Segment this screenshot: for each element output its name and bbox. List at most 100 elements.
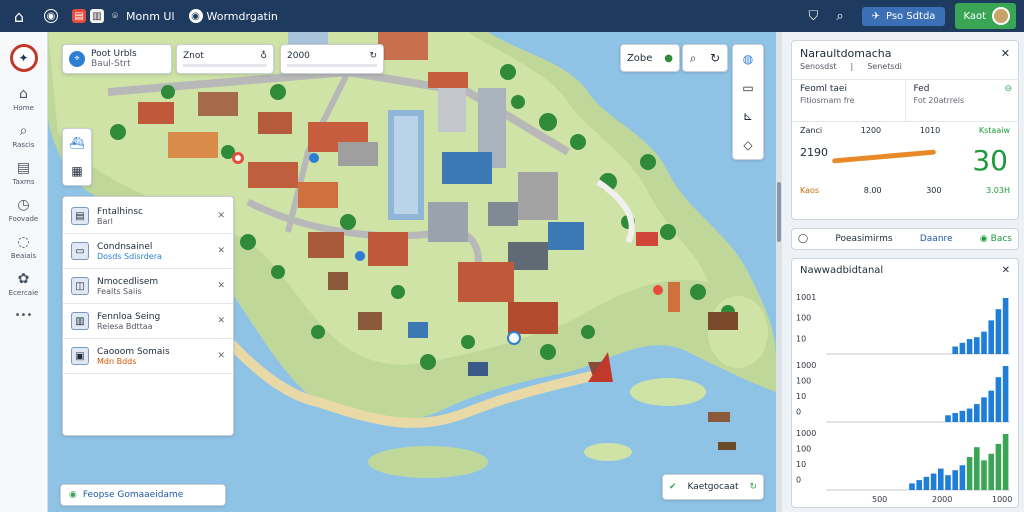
layer-text: Caooom Somais Mdn Bdds bbox=[97, 347, 209, 366]
bar[interactable] bbox=[995, 377, 1002, 422]
leaf-icon[interactable]: ● bbox=[664, 53, 673, 64]
bar[interactable] bbox=[988, 390, 994, 422]
boat-icon[interactable]: ⛴ bbox=[69, 136, 84, 150]
rail-item-3[interactable]: ◷ Foovade bbox=[9, 197, 39, 223]
filter-bar[interactable]: ◯ Poeasimirms Daanre ◉ Bacs bbox=[791, 228, 1019, 250]
place-search-card[interactable]: ⌖ Poot Urbls Baul-Strt bbox=[62, 44, 172, 74]
profile-button[interactable]: Kaot bbox=[955, 3, 1016, 29]
layer-item[interactable]: ▭ Condnsainel Dosds Sdisrdera ✕ bbox=[63, 234, 233, 269]
bar[interactable] bbox=[930, 473, 937, 490]
shield-icon[interactable]: ⛉ bbox=[809, 9, 819, 24]
status-ok-card[interactable]: ✔ Kaetgocaat ↻ bbox=[662, 474, 764, 500]
tools-card[interactable]: Zobe ● bbox=[620, 44, 680, 72]
rail-item-4[interactable]: ◌ Beaiais bbox=[9, 234, 39, 260]
panel-scrollbar[interactable] bbox=[776, 32, 782, 512]
bar[interactable] bbox=[974, 337, 980, 354]
bar[interactable] bbox=[938, 468, 944, 490]
location-label: Wormdrgatin bbox=[206, 9, 278, 23]
bar[interactable] bbox=[952, 470, 958, 490]
rail-item-label: Foovade bbox=[8, 215, 39, 223]
close-icon[interactable]: ✕ bbox=[217, 281, 225, 291]
layer-item[interactable]: ▥ Fennloa Seing Reiesa Bdttaa ✕ bbox=[63, 304, 233, 339]
home-icon[interactable]: ⌂ bbox=[8, 5, 30, 27]
rail-item-6[interactable]: ••• bbox=[9, 308, 39, 321]
metric-value-left: 2190 bbox=[800, 146, 828, 159]
divider: | bbox=[850, 62, 854, 71]
close-icon[interactable]: ✕ bbox=[217, 351, 225, 361]
panel-sub-2: Senetsdi bbox=[867, 62, 902, 71]
location-item[interactable]: ◉ Wormdrgatin bbox=[188, 9, 278, 23]
logo[interactable]: ✦ bbox=[9, 44, 38, 72]
close-icon[interactable]: ✕ bbox=[217, 246, 225, 256]
measure-icon[interactable]: ⊾ bbox=[743, 109, 753, 123]
nav-item[interactable]: ▤ ▥ ⌾ Monm Ul bbox=[72, 9, 175, 23]
rail-item-1[interactable]: ⌕ Rascis bbox=[9, 123, 39, 149]
bar[interactable] bbox=[923, 476, 930, 490]
layer-item[interactable]: ◫ Nmocedlisem Fealts Saiis ✕ bbox=[63, 269, 233, 304]
bar[interactable] bbox=[959, 410, 966, 422]
scrollbar-thumb[interactable] bbox=[777, 182, 781, 242]
close-icon[interactable]: ✕ bbox=[217, 316, 225, 326]
bar[interactable] bbox=[1002, 366, 1009, 422]
bar[interactable] bbox=[1002, 434, 1009, 490]
filter-mid: Daanre bbox=[919, 234, 953, 244]
compass-icon[interactable]: ◇ bbox=[743, 138, 752, 152]
rail-item-5[interactable]: ✿ Ecercaie bbox=[9, 271, 39, 297]
globe-icon[interactable]: ◍ bbox=[743, 52, 753, 66]
document-icon: ▥ bbox=[71, 312, 89, 330]
bar[interactable] bbox=[909, 483, 915, 490]
primary-action-button[interactable]: ✈ Pso Sdtda bbox=[861, 6, 946, 26]
bar[interactable] bbox=[959, 465, 966, 490]
bar[interactable] bbox=[916, 480, 922, 490]
rail-item-label: Rascis bbox=[12, 141, 35, 149]
rail-item-0[interactable]: ⌂ Home bbox=[9, 86, 39, 112]
close-icon[interactable]: ✕ bbox=[217, 211, 225, 221]
bar-chart: 10011001010001001001000100100500 2000 1000 bbox=[796, 293, 1012, 504]
bar[interactable] bbox=[981, 397, 987, 422]
bar[interactable] bbox=[945, 415, 951, 422]
bar[interactable] bbox=[995, 443, 1002, 490]
status-pill-label: Feopse Gomaaeidame bbox=[82, 490, 184, 500]
close-icon[interactable]: ✕ bbox=[1001, 47, 1010, 60]
bar[interactable] bbox=[952, 413, 958, 422]
bar[interactable] bbox=[988, 453, 994, 490]
layer-title: Fntalhinsc bbox=[97, 206, 143, 217]
bar[interactable] bbox=[959, 342, 966, 354]
status-pill[interactable]: ◉ Feopse Gomaaeidame bbox=[60, 484, 226, 506]
close-icon[interactable]: ✕ bbox=[1002, 265, 1010, 276]
tick-label: 10 bbox=[796, 392, 806, 401]
bar[interactable] bbox=[981, 460, 987, 490]
search-icon[interactable]: ⌕ bbox=[690, 51, 697, 66]
grid-icon[interactable]: ▦ bbox=[71, 164, 82, 178]
tick-label: 100 bbox=[796, 445, 811, 454]
layers-icon[interactable]: ▭ bbox=[742, 81, 753, 95]
rail-item-2[interactable]: ▤ Taxms bbox=[9, 160, 39, 186]
check-circle-icon: ◉ bbox=[979, 234, 988, 244]
map-canvas[interactable]: ⌖ Poot Urbls Baul-Strt Znot ♁ 2000 ↻ Zob… bbox=[48, 32, 776, 512]
nav-item[interactable]: ◉ bbox=[44, 9, 58, 23]
filter-right-group: ◉ Bacs bbox=[980, 234, 1012, 244]
location-icon: ◌ bbox=[17, 234, 30, 250]
bar[interactable] bbox=[966, 408, 973, 422]
layer-subtitle: Dosds Sdisrdera bbox=[97, 251, 162, 261]
bar[interactable] bbox=[981, 331, 987, 354]
bar[interactable] bbox=[974, 447, 980, 490]
bar[interactable] bbox=[974, 404, 980, 422]
layer-item[interactable]: ▤ Fntalhinsc Barl ✕ bbox=[63, 199, 233, 234]
info-card-bar bbox=[287, 64, 377, 67]
info-card-2[interactable]: 2000 ↻ bbox=[280, 44, 384, 74]
x-tick-label: 2000 bbox=[932, 495, 952, 504]
search-icon[interactable]: ⌕ bbox=[836, 9, 843, 24]
minus-circle-icon[interactable]: ⊖ bbox=[1004, 84, 1012, 94]
bar[interactable] bbox=[945, 475, 951, 490]
bar[interactable] bbox=[966, 339, 973, 354]
layer-item[interactable]: ▣ Caooom Somais Mdn Bdds ✕ bbox=[63, 339, 233, 374]
bar[interactable] bbox=[966, 457, 973, 490]
bar[interactable] bbox=[988, 320, 994, 354]
rotate-icon[interactable]: ↻ bbox=[710, 51, 720, 65]
bar[interactable] bbox=[995, 309, 1002, 354]
bar[interactable] bbox=[952, 346, 958, 354]
info-card-1[interactable]: Znot ♁ bbox=[176, 44, 274, 74]
bar[interactable] bbox=[1002, 298, 1009, 354]
rail-item-label: Taxms bbox=[12, 178, 35, 186]
